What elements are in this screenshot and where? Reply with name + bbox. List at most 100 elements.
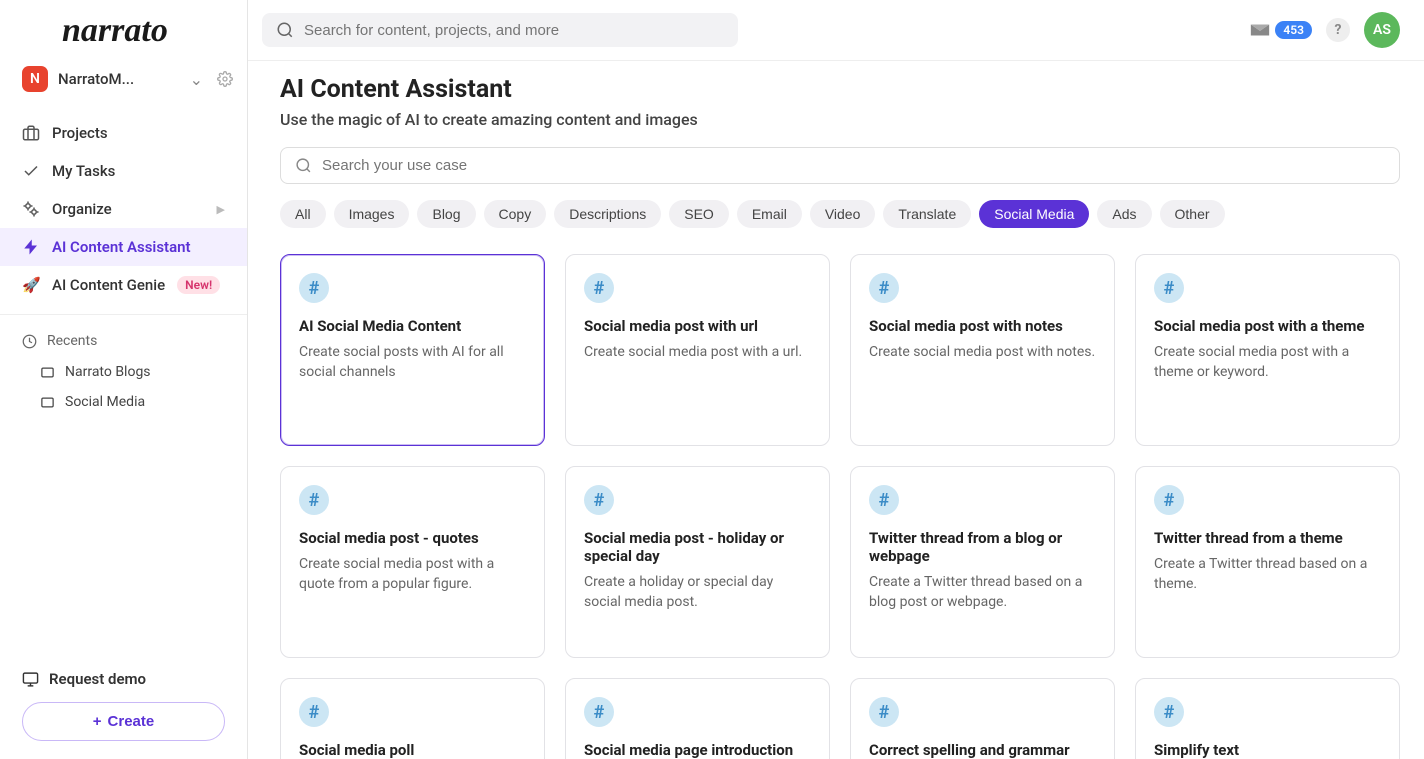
nav-label: Projects (52, 124, 108, 142)
search-icon (276, 21, 294, 39)
usecase-search-input[interactable] (322, 157, 1385, 174)
filter-chip-blog[interactable]: Blog (417, 200, 475, 228)
divider (0, 314, 247, 315)
folder-icon (40, 395, 55, 410)
hash-icon: # (869, 485, 899, 515)
filter-chip-other[interactable]: Other (1160, 200, 1225, 228)
hash-icon: # (869, 273, 899, 303)
search-input[interactable] (304, 22, 724, 39)
hash-icon: # (869, 697, 899, 727)
main-nav: Projects My Tasks Organize ▶ AI Content … (0, 106, 247, 304)
filter-chip-images[interactable]: Images (334, 200, 410, 228)
sidebar-footer: Request demo + Create (0, 656, 247, 759)
card-grid: #AI Social Media ContentCreate social po… (280, 254, 1400, 759)
filter-chip-copy[interactable]: Copy (484, 200, 547, 228)
new-badge: New! (177, 276, 220, 294)
filter-chip-ads[interactable]: Ads (1097, 200, 1151, 228)
card-title: Social media post with a theme (1154, 317, 1381, 335)
card-description: Create social media post with notes. (869, 343, 1096, 363)
chevron-down-icon[interactable]: ⌄ (190, 70, 203, 89)
hash-icon: # (584, 697, 614, 727)
hash-icon: # (1154, 697, 1184, 727)
usecase-card[interactable]: #Social media poll (280, 678, 545, 759)
usecase-card[interactable]: #Social media post with urlCreate social… (565, 254, 830, 446)
usecase-search[interactable] (280, 147, 1400, 184)
filter-chip-social-media[interactable]: Social Media (979, 200, 1089, 228)
usecase-card[interactable]: # Twitter thread from a blog or webpage Cr… (850, 466, 1115, 658)
usecase-card[interactable]: #Social media post - quotesCreate social… (280, 466, 545, 658)
recent-item[interactable]: Narrato Blogs (0, 357, 247, 387)
filter-chip-seo[interactable]: SEO (669, 200, 729, 228)
clock-icon (22, 334, 37, 349)
filter-chip-translate[interactable]: Translate (883, 200, 971, 228)
usecase-card[interactable]: #Social media page introduction (565, 678, 830, 759)
bolt-icon (22, 238, 40, 256)
hash-icon: # (584, 485, 614, 515)
gear-icon[interactable] (217, 71, 233, 87)
monitor-icon (22, 671, 39, 688)
recent-label: Narrato Blogs (65, 364, 151, 380)
check-icon (22, 162, 40, 180)
filter-chip-all[interactable]: All (280, 200, 326, 228)
usecase-card[interactable]: # Social media post with notes Create soci… (850, 254, 1115, 446)
card-description: Create social media post with a url. (584, 343, 811, 363)
card-title: Correct spelling and grammar (869, 741, 1096, 759)
nav-ai-content-assistant[interactable]: AI Content Assistant (0, 228, 247, 266)
cogs-icon (22, 200, 40, 218)
create-label: Create (108, 713, 155, 730)
card-title: Twitter thread from a blog or webpage (869, 529, 1096, 565)
workspace-selector[interactable]: N NarratoM... ⌄ (0, 60, 247, 106)
card-title: Twitter thread from a theme (1154, 529, 1381, 547)
content-area: AI Content Assistant Use the magic of AI… (248, 61, 1424, 759)
nav-my-tasks[interactable]: My Tasks (0, 152, 247, 190)
usecase-card[interactable]: #Social media post with a themeCreate so… (1135, 254, 1400, 446)
usecase-card[interactable]: #Social media post - holiday or special … (565, 466, 830, 658)
briefcase-icon (22, 124, 40, 142)
card-title: Social media post - quotes (299, 529, 526, 547)
logo: narrato (0, 0, 247, 60)
hash-icon: # (299, 697, 329, 727)
logo-text: narrato (62, 12, 168, 49)
nav-label: My Tasks (52, 162, 115, 180)
card-description: Create a Twitter thread based on a blog … (869, 573, 1096, 612)
recent-item[interactable]: Social Media (0, 387, 247, 417)
usecase-card[interactable]: # Correct spelling and grammar (850, 678, 1115, 759)
card-title: Social media post with notes (869, 317, 1096, 335)
folder-icon (40, 365, 55, 380)
nav-organize[interactable]: Organize ▶ (0, 190, 247, 228)
hash-icon: # (299, 485, 329, 515)
avatar[interactable]: AS (1364, 12, 1400, 48)
notifications[interactable]: 453 (1249, 19, 1312, 41)
workspace-name: NarratoM... (58, 70, 180, 88)
recents-label: Recents (47, 333, 97, 349)
card-description: Create social posts with AI for all soci… (299, 343, 526, 382)
topbar-right: 453 ? AS (1249, 12, 1400, 48)
request-demo-link[interactable]: Request demo (22, 670, 225, 688)
filter-chip-video[interactable]: Video (810, 200, 876, 228)
mail-icon (1249, 19, 1271, 41)
usecase-card[interactable]: # Simplify text (1135, 678, 1400, 759)
card-title: Social media post with url (584, 317, 811, 335)
search-icon (295, 157, 312, 174)
recent-label: Social Media (65, 394, 145, 410)
filter-chips: All ImagesBlog CopyDescriptions SEO Email Vid… (280, 200, 1400, 228)
filter-chip-email[interactable]: Email (737, 200, 802, 228)
hash-icon: # (1154, 485, 1184, 515)
create-button[interactable]: + Create (22, 702, 225, 741)
nav-label: Organize (52, 200, 112, 218)
page-title: AI Content Assistant (280, 75, 1400, 104)
nav-label: AI Content Assistant (52, 238, 191, 256)
card-title: Simplify text (1154, 741, 1381, 759)
usecase-card[interactable]: #AI Social Media ContentCreate social po… (280, 254, 545, 446)
card-description: Create social media post with a theme or… (1154, 343, 1381, 382)
global-search[interactable] (262, 13, 738, 47)
nav-ai-content-genie[interactable]: 🚀 AI Content Genie New! (0, 266, 247, 304)
hash-icon: # (299, 273, 329, 303)
workspace-badge: N (22, 66, 48, 92)
filter-chip-descriptions[interactable]: Descriptions (554, 200, 661, 228)
card-description: Create a Twitter thread based on a theme… (1154, 555, 1381, 594)
nav-projects[interactable]: Projects (0, 114, 247, 152)
help-icon[interactable]: ? (1326, 18, 1350, 42)
usecase-card[interactable]: # Twitter thread from a theme Create a Twi… (1135, 466, 1400, 658)
plus-icon: + (93, 713, 102, 730)
